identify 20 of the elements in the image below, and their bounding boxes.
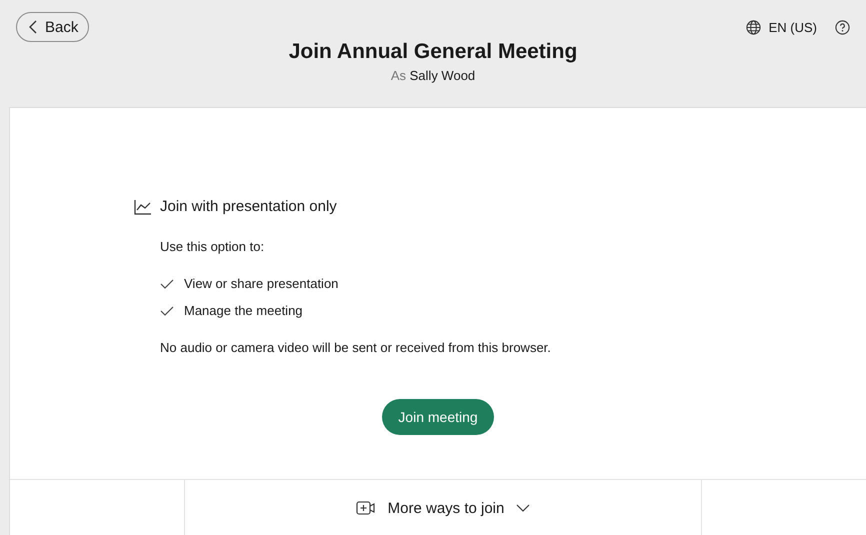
check-icon (160, 306, 174, 316)
meeting-title: Join Annual General Meeting (288, 40, 578, 64)
chevron-down-icon (516, 504, 530, 512)
intro-text: Use this option to: (160, 239, 266, 254)
chevron-left-icon (29, 20, 37, 34)
user-name: Sally Wood (410, 68, 476, 83)
more-ways-button[interactable]: More ways to join (356, 500, 530, 516)
as-label: As (390, 68, 406, 83)
option-title: Join with presentation only (160, 198, 337, 215)
benefit-text: Manage the meeting (184, 303, 303, 318)
line-chart-icon (134, 198, 152, 214)
help-icon[interactable] (835, 20, 850, 34)
globe-icon (746, 20, 761, 34)
video-add-icon (356, 500, 376, 516)
check-icon (160, 278, 174, 288)
language-selector[interactable]: EN (US) (740, 20, 823, 34)
benefit-text: View or share presentation (184, 276, 338, 291)
join-meeting-button[interactable]: Join meeting (382, 399, 494, 435)
note-text: No audio or camera video will be sent or received from this browser. (160, 340, 552, 355)
back-button[interactable]: Back (16, 12, 90, 42)
